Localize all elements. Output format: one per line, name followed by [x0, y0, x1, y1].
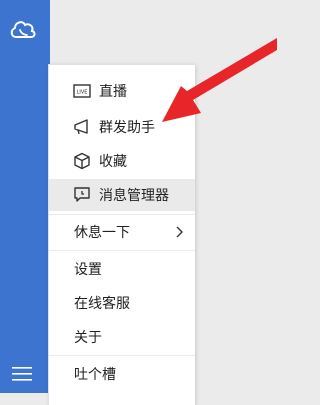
chevron-right-icon: [176, 226, 183, 238]
menu-item-online-service[interactable]: 在线客服: [49, 287, 195, 319]
menu-item-label: 休息一下: [74, 225, 130, 241]
menu-item-label: 设置: [74, 262, 102, 278]
menu-item-label: 在线客服: [74, 296, 130, 312]
sidebar: [0, 0, 50, 393]
menu-item-feedback[interactable]: 吐个槽: [49, 358, 195, 390]
message-manager-icon: [74, 187, 90, 202]
menu-item-favorites[interactable]: 收藏: [49, 145, 195, 177]
dropdown-menu: LIVE 直播 群发助手 收藏 消息管理器 休息一下 设置 在线客服 关于 吐个…: [48, 64, 195, 405]
menu-item-message-manager[interactable]: 消息管理器: [49, 179, 195, 211]
divider: [49, 250, 195, 251]
menu-item-settings[interactable]: 设置: [49, 253, 195, 285]
menu-item-label: 直播: [99, 84, 127, 100]
menu-item-label: 收藏: [99, 154, 127, 170]
divider: [49, 355, 195, 356]
menu-item-live[interactable]: LIVE 直播: [49, 75, 195, 107]
menu-item-about[interactable]: 关于: [49, 321, 195, 353]
live-icon: LIVE: [73, 84, 91, 98]
menu-item-label: 消息管理器: [99, 188, 169, 204]
menu-item-label: 吐个槽: [74, 367, 116, 383]
hamburger-icon[interactable]: [11, 364, 33, 384]
menu-item-label: 关于: [74, 330, 102, 346]
menu-item-mass-send[interactable]: 群发助手: [49, 111, 195, 143]
cube-icon: [74, 152, 90, 170]
menu-item-rest[interactable]: 休息一下: [49, 216, 195, 248]
menu-item-label: 群发助手: [99, 120, 155, 136]
cloud-phone-icon[interactable]: [7, 13, 39, 45]
svg-text:LIVE: LIVE: [77, 90, 88, 96]
megaphone-icon: [74, 119, 88, 135]
divider: [49, 214, 195, 215]
